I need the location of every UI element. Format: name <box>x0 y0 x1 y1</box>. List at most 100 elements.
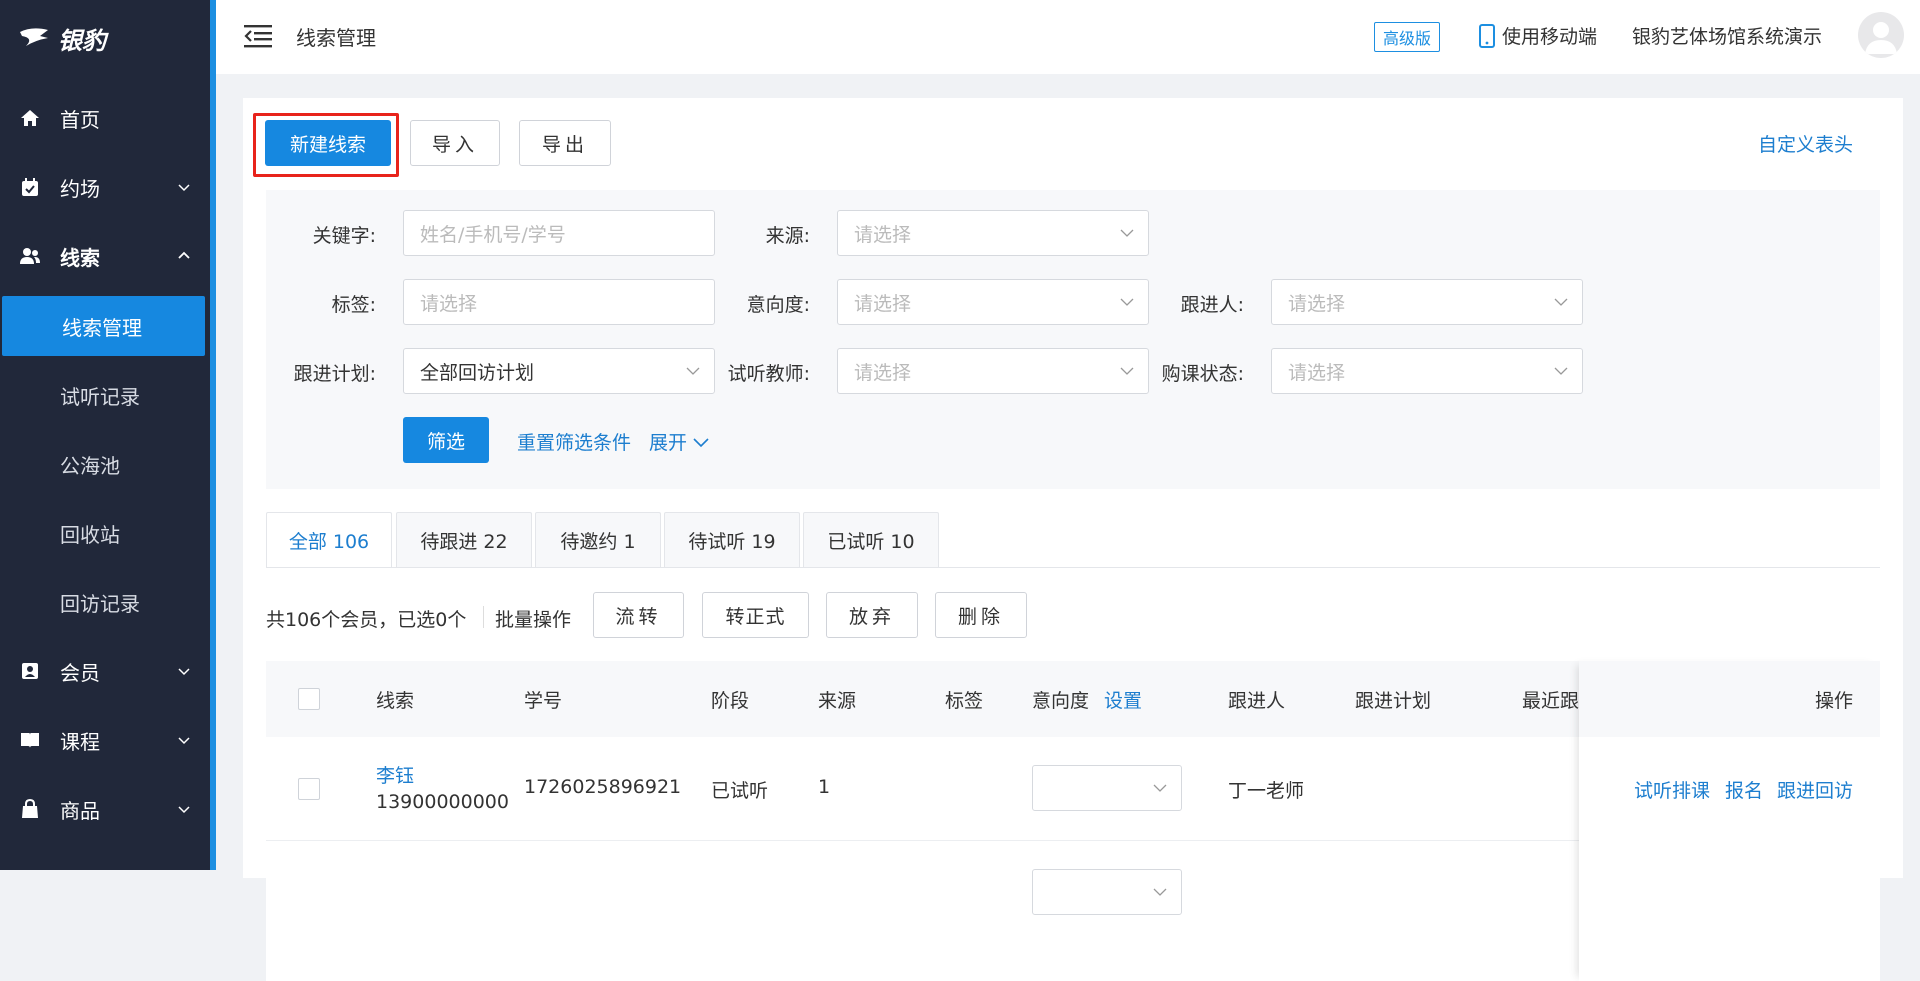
filter-panel: 关键字: 姓名/手机号/学号 来源: 请选择 标签: 请选择 意向度: 请选择 … <box>266 190 1880 489</box>
column-header-intent: 意向度 <box>1032 690 1090 712</box>
column-header-source: 来源 <box>818 690 857 712</box>
logo-mark-icon <box>20 28 48 46</box>
intent-row-select[interactable] <box>1032 765 1182 811</box>
column-header-tag: 标签 <box>945 690 984 712</box>
mobile-link-label: 使用移动端 <box>1502 26 1598 48</box>
sidebar-item-courses[interactable]: 课程 <box>0 710 210 770</box>
intent-label: 意向度: <box>746 294 810 316</box>
sidebar-item-home[interactable]: 首页 <box>0 88 210 148</box>
lead-name-link[interactable]: 李钰 <box>376 761 414 788</box>
chevron-down-icon <box>1554 298 1568 306</box>
topbar: 线索管理 高级版 使用移动端 银豹艺体场馆系统演示 <box>216 0 1920 74</box>
keyword-input[interactable]: 姓名/手机号/学号 <box>403 210 715 256</box>
mobile-phone-icon <box>1479 23 1495 48</box>
trial-schedule-link[interactable]: 试听排课 <box>1634 776 1710 803</box>
sidebar-subitem-trial-records[interactable]: 试听记录 <box>0 365 210 425</box>
follower-label: 跟进人: <box>1180 294 1244 316</box>
sidebar-item-label: 商品 <box>60 798 100 823</box>
stage-value: 已试听 <box>711 780 769 802</box>
transfer-button[interactable]: 流转 <box>593 592 684 638</box>
plan-select-value: 全部回访计划 <box>420 361 535 384</box>
sidebar-subitem-label: 线索管理 <box>62 315 142 340</box>
chevron-down-icon <box>1120 229 1134 237</box>
chevron-up-icon <box>178 251 190 259</box>
sidebar-item-label: 首页 <box>60 107 100 132</box>
sidebar-subitem-label: 回访记录 <box>60 591 140 616</box>
expand-link-label: 展开 <box>649 432 688 454</box>
new-lead-button[interactable]: 新建线索 <box>265 120 391 166</box>
mobile-link[interactable]: 使用移动端 <box>1478 22 1597 49</box>
sidebar-item-label: 约场 <box>60 176 100 201</box>
select-all-checkbox[interactable] <box>298 688 320 710</box>
enroll-link[interactable]: 报名 <box>1725 776 1763 803</box>
plan-select[interactable]: 全部回访计划 <box>403 348 715 394</box>
purchase-select-placeholder: 请选择 <box>1288 361 1346 384</box>
column-header-stage: 阶段 <box>711 690 750 712</box>
batch-label: 批量操作 <box>495 609 572 631</box>
chevron-down-icon <box>1153 784 1167 792</box>
export-button[interactable]: 导出 <box>519 120 611 166</box>
tag-select[interactable]: 请选择 <box>403 279 715 325</box>
main-panel: 新建线索 导入 导出 自定义表头 关键字: 姓名/手机号/学号 来源: 请选择 … <box>243 98 1903 981</box>
edition-badge: 高级版 <box>1374 22 1440 52</box>
source-select[interactable]: 请选择 <box>837 210 1149 256</box>
follower-value: 丁一老师 <box>1228 780 1305 802</box>
abandon-button[interactable]: 放弃 <box>826 592 918 638</box>
teacher-select[interactable]: 请选择 <box>837 348 1149 394</box>
sidebar-item-label: 课程 <box>60 729 100 754</box>
intent-row-select[interactable] <box>1032 869 1182 915</box>
intent-setting-link[interactable]: 设置 <box>1104 686 1142 713</box>
filter-button[interactable]: 筛选 <box>403 417 489 463</box>
chevron-down-icon <box>1120 367 1134 375</box>
org-name[interactable]: 银豹艺体场馆系统演示 <box>1632 22 1822 49</box>
member-count-summary: 共106个会员，已选0个 <box>266 609 467 631</box>
sidebar-subitem-public-pool[interactable]: 公海池 <box>0 434 210 494</box>
to-formal-button[interactable]: 转正式 <box>702 592 809 638</box>
chevron-down-icon <box>178 184 190 192</box>
sidebar-subitem-revisit-records[interactable]: 回访记录 <box>0 572 210 632</box>
tab-pending-trial[interactable]: 待试听 19 <box>664 512 800 568</box>
import-button[interactable]: 导入 <box>410 120 500 166</box>
tab-trialed[interactable]: 已试听 10 <box>803 512 939 568</box>
teacher-select-placeholder: 请选择 <box>854 361 912 384</box>
intent-select[interactable]: 请选择 <box>837 279 1149 325</box>
column-header-student-no: 学号 <box>524 690 563 712</box>
avatar[interactable] <box>1858 12 1904 58</box>
sidebar-subitem-recycle-bin[interactable]: 回收站 <box>0 503 210 563</box>
sidebar-subitem-lead-management[interactable]: 线索管理 <box>2 296 205 356</box>
sidebar-item-venue[interactable]: 约场 <box>0 157 210 217</box>
sidebar-item-members[interactable]: 会员 <box>0 641 210 701</box>
column-header-lead: 线索 <box>376 690 415 712</box>
column-header-plan: 跟进计划 <box>1355 690 1432 712</box>
follower-select[interactable]: 请选择 <box>1271 279 1583 325</box>
tab-pending-follow[interactable]: 待跟进 22 <box>396 512 532 568</box>
source-select-placeholder: 请选择 <box>854 223 912 246</box>
actions-header-cell: 操作 <box>1579 661 1880 737</box>
menu-fold-icon[interactable] <box>244 24 272 48</box>
bag-icon <box>22 799 38 818</box>
sidebar-subitem-label: 公海池 <box>60 453 120 478</box>
home-icon <box>21 110 39 126</box>
user-avatar-icon <box>1865 22 1897 54</box>
follow-up-visit-link[interactable]: 跟进回访 <box>1777 776 1853 803</box>
expand-link[interactable]: 展开 <box>649 428 709 455</box>
tab-all[interactable]: 全部 106 <box>266 512 392 568</box>
row-checkbox[interactable] <box>298 778 320 800</box>
source-value: 1 <box>818 776 831 798</box>
chevron-down-icon <box>178 806 190 814</box>
sidebar-item-leads[interactable]: 线索 <box>0 226 210 286</box>
delete-button[interactable]: 删除 <box>935 592 1027 638</box>
chevron-down-icon <box>693 437 709 447</box>
breadcrumb: 线索管理 <box>296 26 376 50</box>
custom-header-link[interactable]: 自定义表头 <box>1758 130 1853 157</box>
column-header-follower: 跟进人 <box>1228 690 1286 712</box>
reset-filter-link[interactable]: 重置筛选条件 <box>517 428 631 455</box>
purchase-select[interactable]: 请选择 <box>1271 348 1583 394</box>
teacher-label: 试听教师: <box>727 363 810 385</box>
sidebar-item-products[interactable]: 商品 <box>0 779 210 839</box>
keyword-label: 关键字: <box>312 225 376 247</box>
users-icon <box>20 248 40 264</box>
chevron-down-icon <box>1120 298 1134 306</box>
column-header-recent: 最近跟 <box>1522 690 1580 712</box>
tab-pending-invite[interactable]: 待邀约 1 <box>535 512 661 568</box>
